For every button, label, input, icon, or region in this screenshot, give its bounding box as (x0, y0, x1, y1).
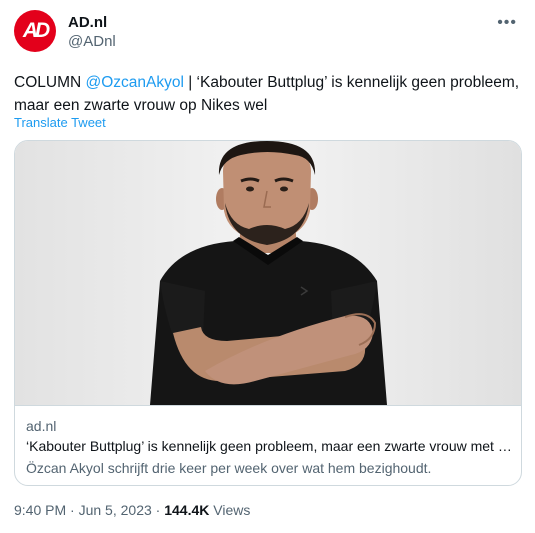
translate-tweet-link[interactable]: Translate Tweet (14, 115, 106, 130)
author-handle[interactable]: @ADnl (68, 33, 116, 50)
link-card[interactable]: ad.nl ‘Kabouter Buttplug’ is kennelijk g… (14, 140, 522, 486)
meta-separator: · (66, 502, 79, 518)
tweet-time[interactable]: 9:40 PM (14, 502, 66, 518)
author-name[interactable]: AD.nl (68, 14, 107, 31)
meta-separator: · (151, 502, 165, 518)
mention-link[interactable]: @OzcanAkyol (85, 74, 183, 91)
card-domain: ad.nl (26, 418, 57, 434)
views-count: 144.4K (164, 502, 210, 518)
tweet-prefix: COLUMN (14, 74, 86, 91)
more-horizontal-icon[interactable]: ••• (497, 14, 517, 32)
views-label: Views (209, 502, 251, 518)
tweet-metadata: 9:40 PM · Jun 5, 2023 · 144.4K Views (14, 502, 250, 518)
tweet-header: AD AD.nl @ADnl ••• (14, 10, 521, 54)
avatar[interactable]: AD (14, 10, 56, 52)
portrait-photo (15, 141, 521, 405)
card-description: Özcan Akyol schrijft drie keer per week … (26, 460, 432, 476)
card-title[interactable]: ‘Kabouter Buttplug’ is kennelijk geen pr… (26, 438, 516, 454)
card-body: ad.nl ‘Kabouter Buttplug’ is kennelijk g… (15, 405, 521, 485)
logo-text: AD (22, 19, 50, 42)
card-image[interactable] (15, 141, 521, 405)
tweet-date[interactable]: Jun 5, 2023 (79, 502, 152, 518)
tweet-text: COLUMN @OzcanAkyol | ‘Kabouter Buttplug’… (14, 71, 524, 117)
